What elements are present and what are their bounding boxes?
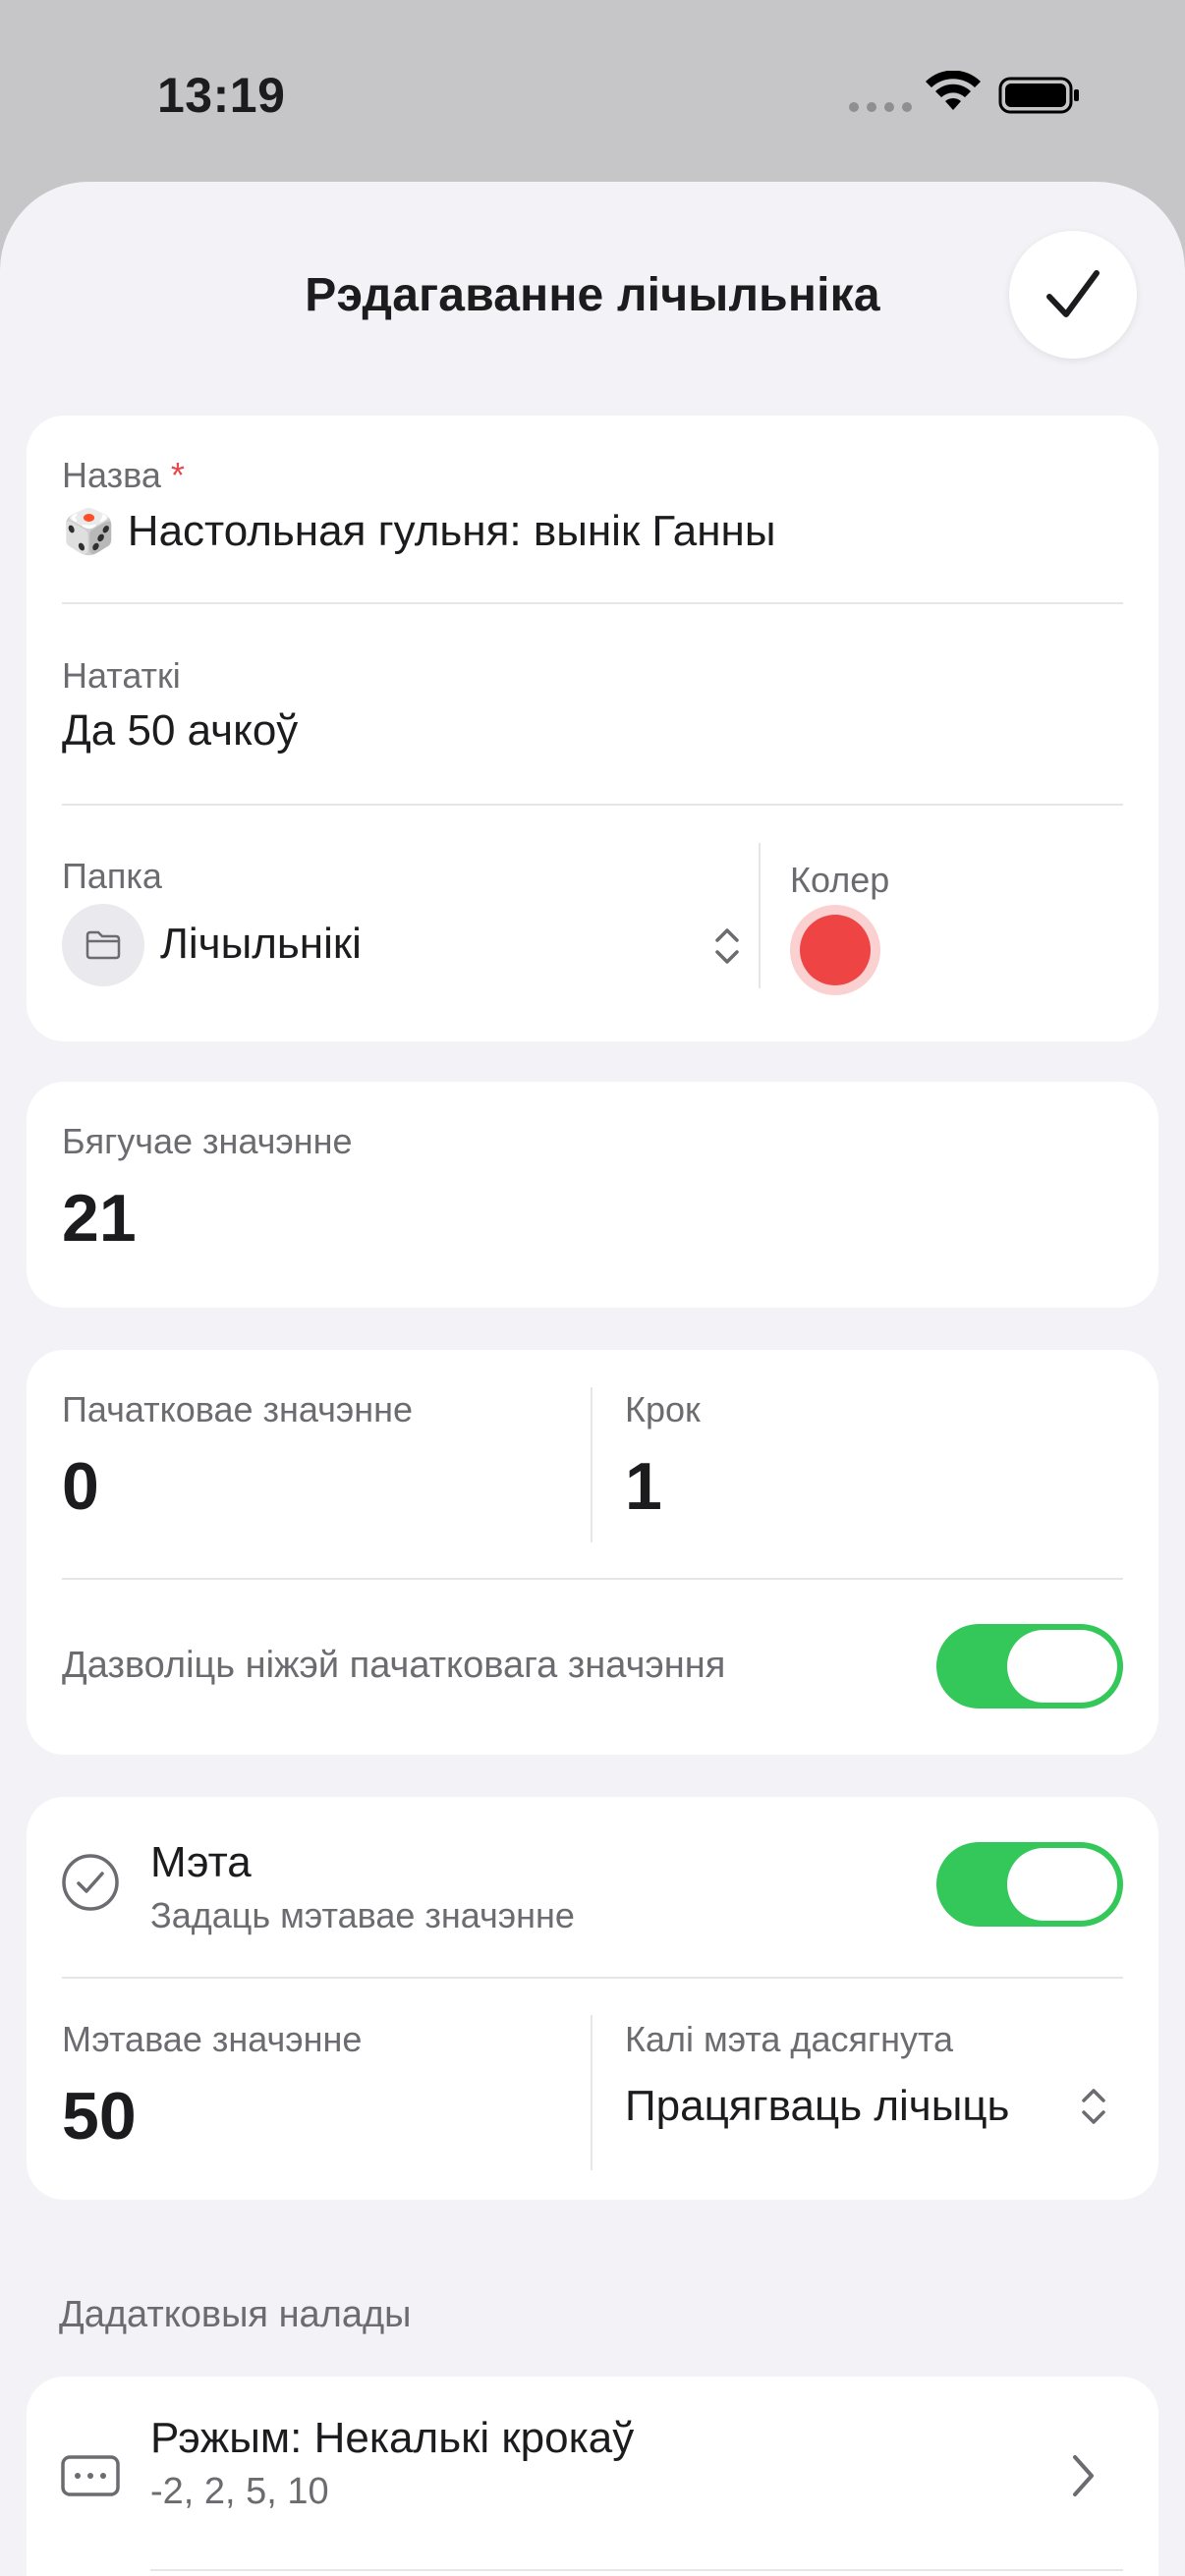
toggle-knob — [1007, 1848, 1117, 1921]
goal-subtitle: Задаць мэтавае значэнне — [150, 1895, 575, 1935]
color-swatch[interactable] — [790, 905, 880, 995]
battery-icon — [998, 77, 1079, 114]
divider — [62, 804, 1123, 806]
signal-icon — [849, 102, 912, 112]
goal-card: Мэта Задаць мэтавае значэнне Мэтавае зна… — [27, 1797, 1158, 2200]
initial-value-input[interactable]: 0 — [62, 1448, 99, 1525]
dice-emoji: 🎲 — [62, 507, 116, 557]
folder-value: Лічыльнікі — [160, 920, 362, 968]
checkmark-icon — [1046, 270, 1100, 317]
goal-reached-label: Калі мэта дасягнута — [625, 2019, 954, 2059]
divider — [62, 1578, 1123, 1580]
counting-card: Пачатковае значэнне 0 Крок 1 Дазволіць н… — [27, 1350, 1158, 1755]
chevron-updown-icon — [1082, 2089, 1105, 2124]
wifi-icon — [926, 71, 981, 110]
details-card: Назва * 🎲 Настольная гульня: вынік Ганны… — [27, 416, 1158, 1041]
status-bar: 13:19 — [0, 0, 1185, 187]
goal-title: Мэта — [150, 1838, 252, 1886]
divider — [62, 1977, 1123, 1979]
current-value-card: Бягучае значэнне 21 — [27, 1082, 1158, 1308]
chevron-right-icon — [1073, 2455, 1094, 2496]
mode-subtitle: -2, 2, 5, 10 — [150, 2471, 329, 2512]
divider-vertical — [759, 843, 761, 988]
folder-icon-circle — [62, 904, 144, 986]
name-value: Настольная гульня: вынік Ганны — [127, 507, 776, 555]
goal-value-input[interactable]: 50 — [62, 2078, 137, 2155]
goal-reached-value: Працягваць лічыць — [625, 2082, 1010, 2130]
allow-below-toggle[interactable] — [936, 1624, 1123, 1708]
goal-reached-picker[interactable]: Працягваць лічыць — [625, 2068, 1136, 2147]
goal-toggle[interactable] — [936, 1842, 1123, 1927]
keyboard-icon — [61, 2455, 120, 2496]
color-label: Колер — [790, 860, 890, 900]
notes-label: Нататкі — [62, 655, 181, 696]
divider-vertical — [591, 2015, 592, 2170]
status-time: 13:19 — [157, 68, 286, 123]
name-input[interactable]: 🎲 Настольная гульня: вынік Ганны — [62, 506, 775, 557]
current-value-input[interactable]: 21 — [62, 1180, 137, 1257]
folder-icon — [85, 930, 121, 960]
name-label-text: Назва — [62, 455, 161, 495]
goal-value-label: Мэтавае значэнне — [62, 2019, 363, 2059]
color-swatch-fill — [800, 915, 871, 985]
edit-counter-sheet: Рэдагаванне лічыльніка Назва * 🎲 Настоль… — [0, 182, 1185, 2576]
initial-value-label: Пачатковае значэнне — [62, 1389, 414, 1429]
page-title: Рэдагаванне лічыльніка — [305, 269, 880, 321]
additional-settings-header: Дадатковыя налады — [59, 2294, 412, 2335]
required-mark: * — [170, 455, 185, 495]
folder-label: Папка — [62, 856, 162, 896]
step-label: Крок — [625, 1389, 701, 1429]
folder-picker[interactable]: Лічыльнікі — [62, 902, 750, 988]
mode-title: Рэжым: Некалькі крокаў — [150, 2414, 635, 2462]
step-input[interactable]: 1 — [625, 1448, 662, 1525]
divider — [62, 602, 1123, 604]
done-button[interactable] — [1009, 231, 1137, 359]
name-label: Назва * — [62, 455, 185, 496]
toggle-knob — [1007, 1630, 1117, 1703]
divider — [150, 2569, 1123, 2571]
mode-row[interactable]: Рэжым: Некалькі крокаў -2, 2, 5, 10 — [27, 2377, 1158, 2576]
allow-below-label: Дазволіць ніжэй пачатковага значэння — [62, 1645, 726, 1686]
divider-vertical — [591, 1387, 592, 1542]
current-value-label: Бягучае значэнне — [62, 1121, 353, 1161]
notes-input[interactable]: Да 50 ачкоў — [62, 706, 298, 756]
chevron-updown-icon — [715, 928, 739, 964]
checkmark-circle-icon — [62, 1854, 119, 1911]
